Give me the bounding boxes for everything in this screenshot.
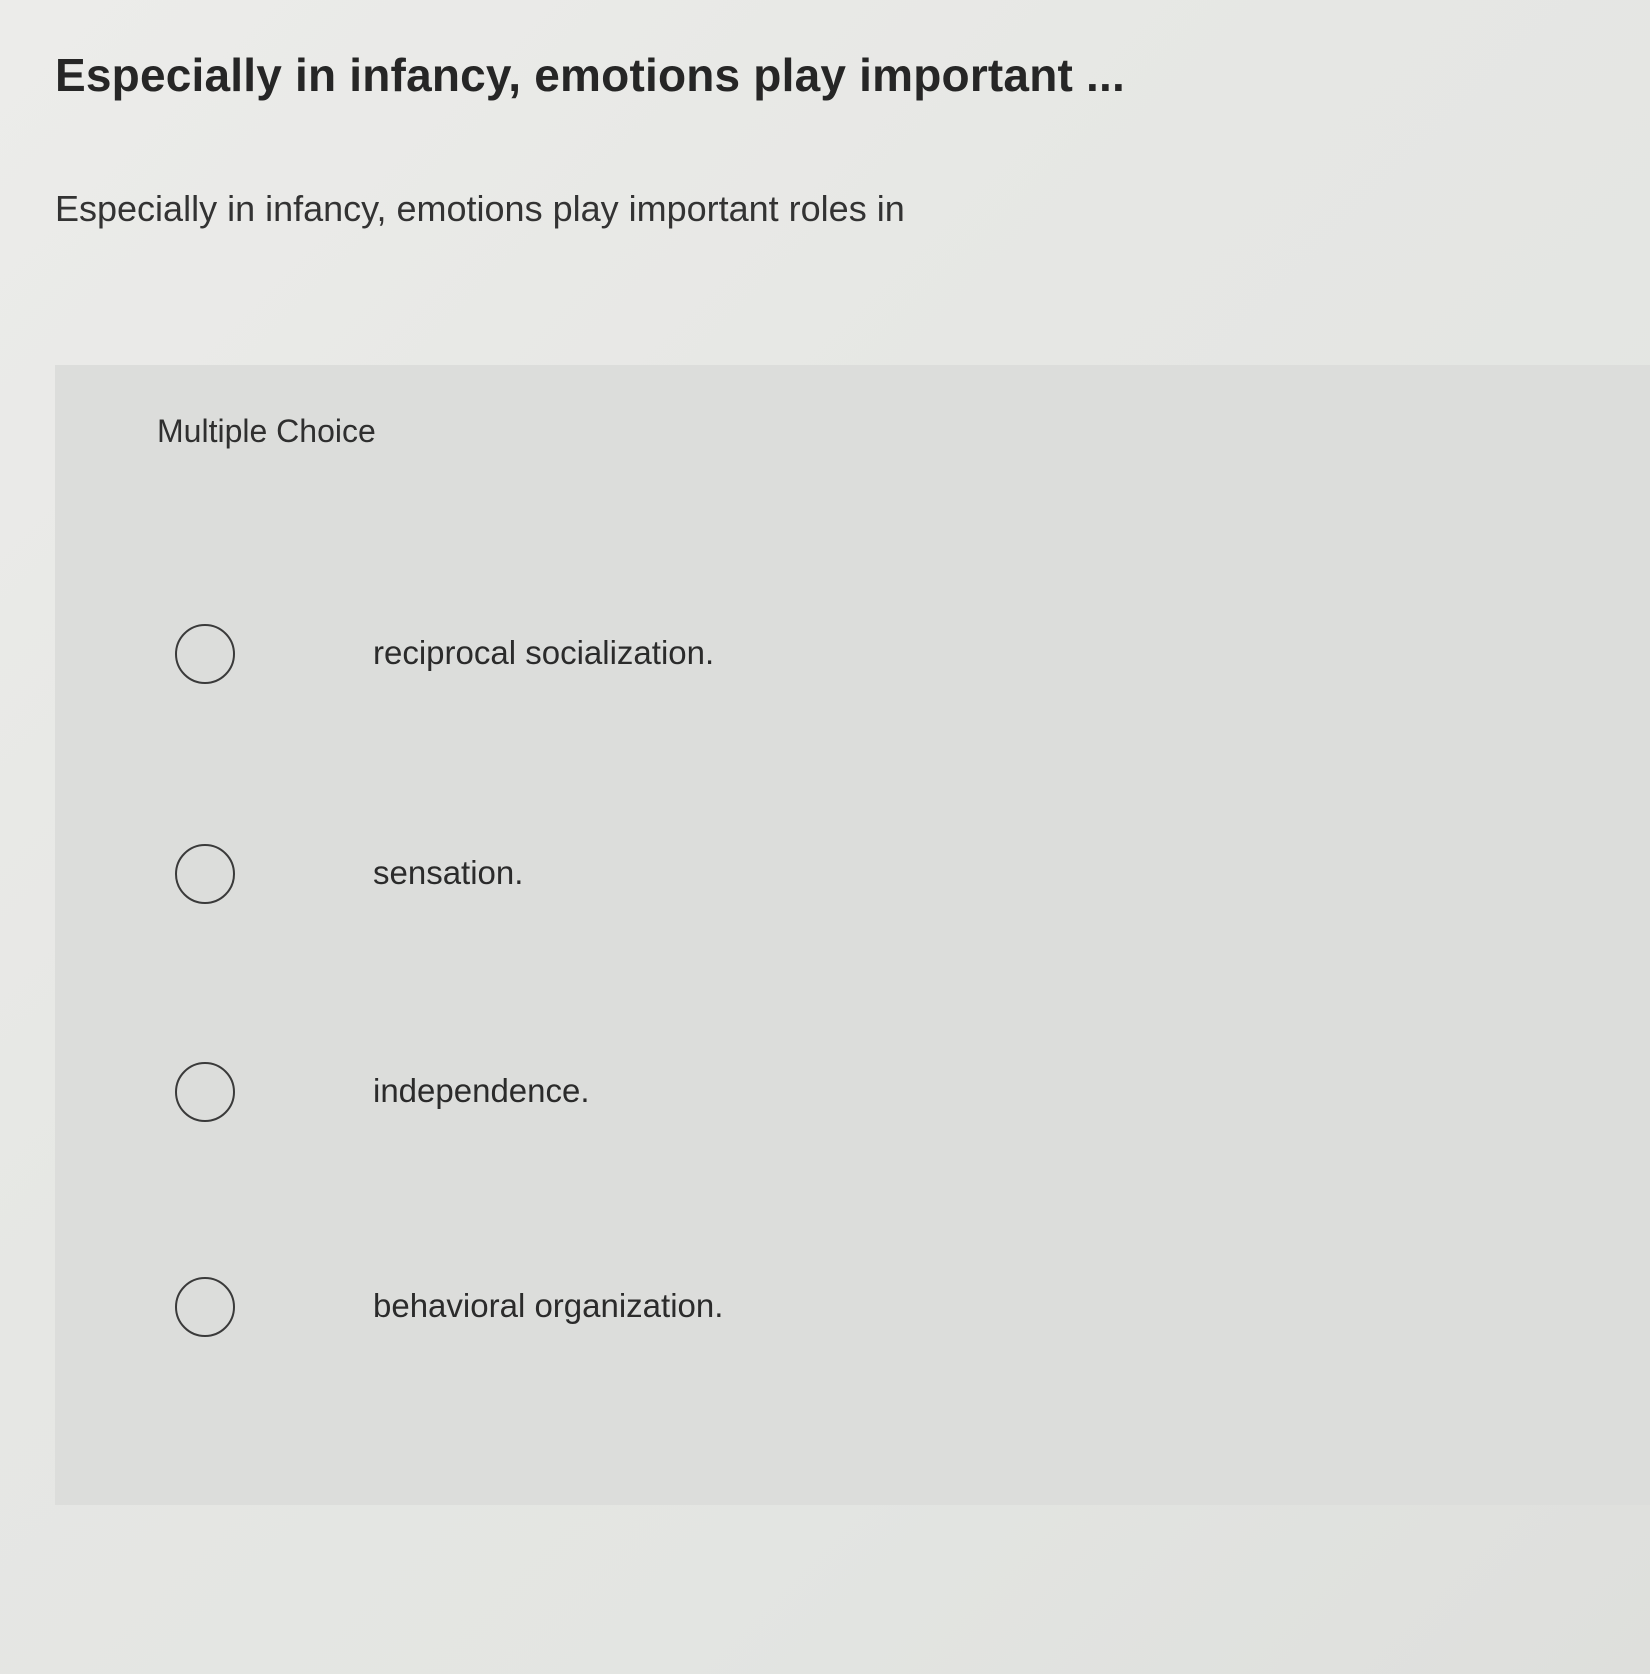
question-prompt: Especially in infancy, emotions play imp… — [55, 188, 905, 229]
radio-button-icon[interactable] — [175, 1062, 235, 1122]
answer-option-reciprocal-socialization[interactable]: reciprocal socialization. — [175, 620, 1075, 700]
answer-option-label: sensation. — [373, 854, 524, 891]
answer-option-label: reciprocal socialization. — [373, 634, 715, 671]
quiz-page: Especially in infancy, emotions play imp… — [0, 0, 1650, 1674]
answer-option-behavioral-organization[interactable]: behavioral organization. — [175, 1273, 1075, 1353]
radio-button-icon[interactable] — [175, 1277, 235, 1337]
answer-option-independence[interactable]: independence. — [175, 1058, 1075, 1138]
answer-card: Multiple Choice reciprocal socialization… — [55, 365, 1650, 1505]
answer-option-label: behavioral organization. — [373, 1287, 724, 1324]
answer-option-label: independence. — [373, 1072, 590, 1109]
question-title: Especially in infancy, emotions play imp… — [55, 49, 1125, 101]
answer-option-sensation[interactable]: sensation. — [175, 840, 1075, 920]
question-type-label: Multiple Choice — [157, 413, 376, 449]
radio-button-icon[interactable] — [175, 624, 235, 684]
radio-button-icon[interactable] — [175, 844, 235, 904]
